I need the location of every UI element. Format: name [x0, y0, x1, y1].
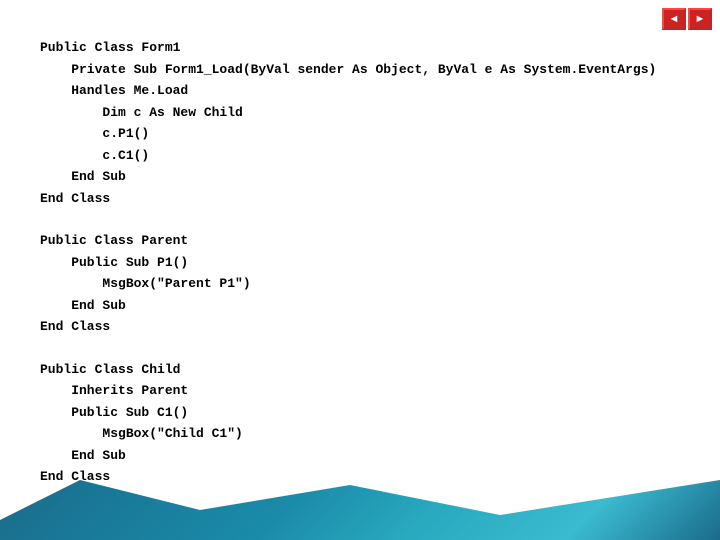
code-line-8: End Class: [40, 191, 110, 206]
nav-buttons: ◄ ►: [662, 8, 712, 30]
code-line-3: Handles Me.Load: [40, 83, 188, 98]
code-line-2: Private Sub Form1_Load(ByVal sender As O…: [40, 62, 656, 77]
code-line-20: End Sub: [40, 448, 126, 463]
code-line-10: Public Class Parent: [40, 233, 188, 248]
code-line-16: Public Class Child: [40, 362, 180, 377]
back-button[interactable]: ◄: [662, 8, 686, 30]
code-line-9: [40, 212, 48, 227]
code-line-11: Public Sub P1(): [40, 255, 188, 270]
code-line-17: Inherits Parent: [40, 383, 188, 398]
code-line-18: Public Sub C1(): [40, 405, 188, 420]
code-line-21: End Class: [40, 469, 110, 484]
code-line-1: Public Class Form1: [40, 40, 180, 55]
forward-button[interactable]: ►: [688, 8, 712, 30]
code-line-15: [40, 341, 48, 356]
code-line-4: Dim c As New Child: [40, 105, 243, 120]
code-line-13: End Sub: [40, 298, 126, 313]
code-line-5: c.P1(): [40, 126, 149, 141]
code-line-6: c.C1(): [40, 148, 149, 163]
code-line-19: MsgBox("Child C1"): [40, 426, 243, 441]
code-area: Public Class Form1 Private Sub Form1_Loa…: [0, 0, 720, 529]
code-line-12: MsgBox("Parent P1"): [40, 276, 251, 291]
code-line-14: End Class: [40, 319, 110, 334]
code-line-7: End Sub: [40, 169, 126, 184]
main-content: ◄ ► Public Class Form1 Private Sub Form1…: [0, 0, 720, 540]
